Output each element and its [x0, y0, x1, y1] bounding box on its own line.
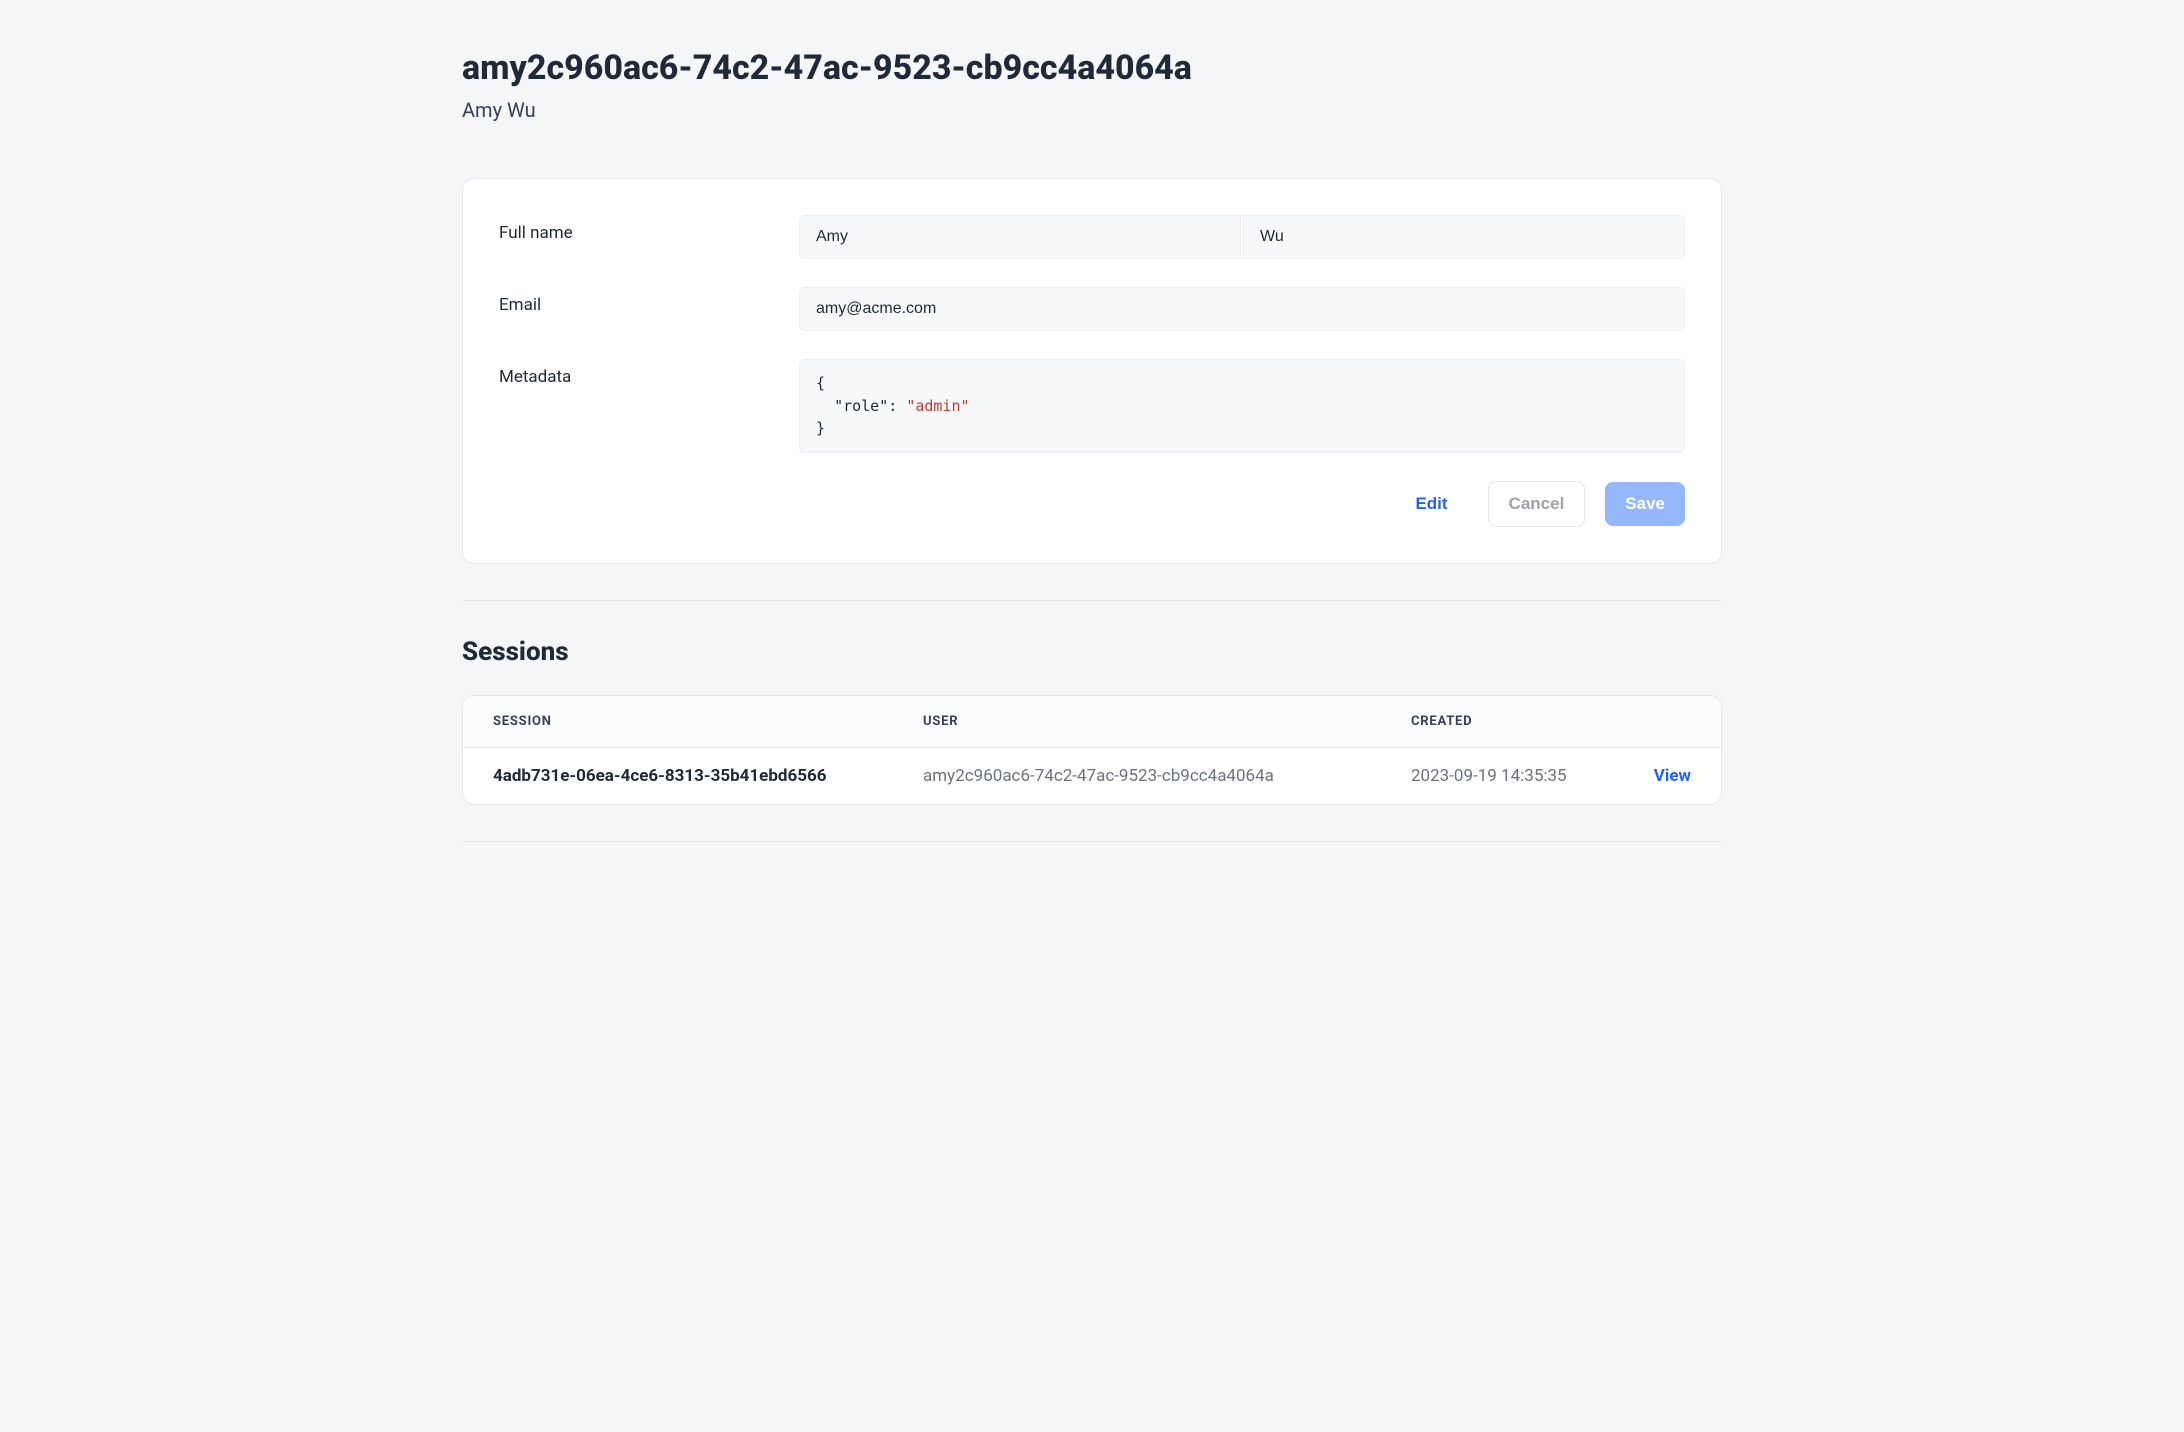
td-session: 4adb731e-06ea-4ce6-8313-35b41ebd6566 [493, 766, 923, 786]
td-created: 2023-09-19 14:35:35 [1411, 766, 1631, 786]
sessions-table: SESSION USER CREATED 4adb731e-06ea-4ce6-… [462, 695, 1722, 805]
metadata-value: "admin" [906, 397, 969, 415]
th-user: USER [923, 714, 1411, 729]
cancel-button[interactable]: Cancel [1488, 481, 1586, 527]
edit-button[interactable]: Edit [1395, 482, 1467, 526]
first-name-input[interactable] [799, 215, 1241, 259]
email-label: Email [499, 287, 799, 315]
metadata-code[interactable]: { "role": "admin" } [799, 359, 1685, 453]
email-input[interactable] [799, 287, 1685, 331]
sessions-title: Sessions [462, 637, 1722, 667]
th-created: CREATED [1411, 714, 1631, 729]
table-header: SESSION USER CREATED [463, 696, 1721, 748]
page-title: amy2c960ac6-74c2-47ac-9523-cb9cc4a4064a [462, 48, 1722, 88]
divider [462, 600, 1722, 601]
user-form-card: Full name Email Metadata { "role": "admi… [462, 178, 1722, 564]
th-session: SESSION [493, 714, 923, 729]
page-subtitle: Amy Wu [462, 98, 1722, 122]
last-name-input[interactable] [1243, 215, 1685, 259]
form-actions: Edit Cancel Save [499, 481, 1685, 527]
divider-bottom [462, 841, 1722, 842]
metadata-label: Metadata [499, 359, 799, 387]
metadata-key: "role" [834, 397, 888, 415]
fullname-label: Full name [499, 215, 799, 243]
view-link[interactable]: View [1654, 766, 1691, 786]
save-button[interactable]: Save [1605, 482, 1685, 526]
td-user: amy2c960ac6-74c2-47ac-9523-cb9cc4a4064a [923, 766, 1411, 786]
table-row: 4adb731e-06ea-4ce6-8313-35b41ebd6566 amy… [463, 748, 1721, 804]
